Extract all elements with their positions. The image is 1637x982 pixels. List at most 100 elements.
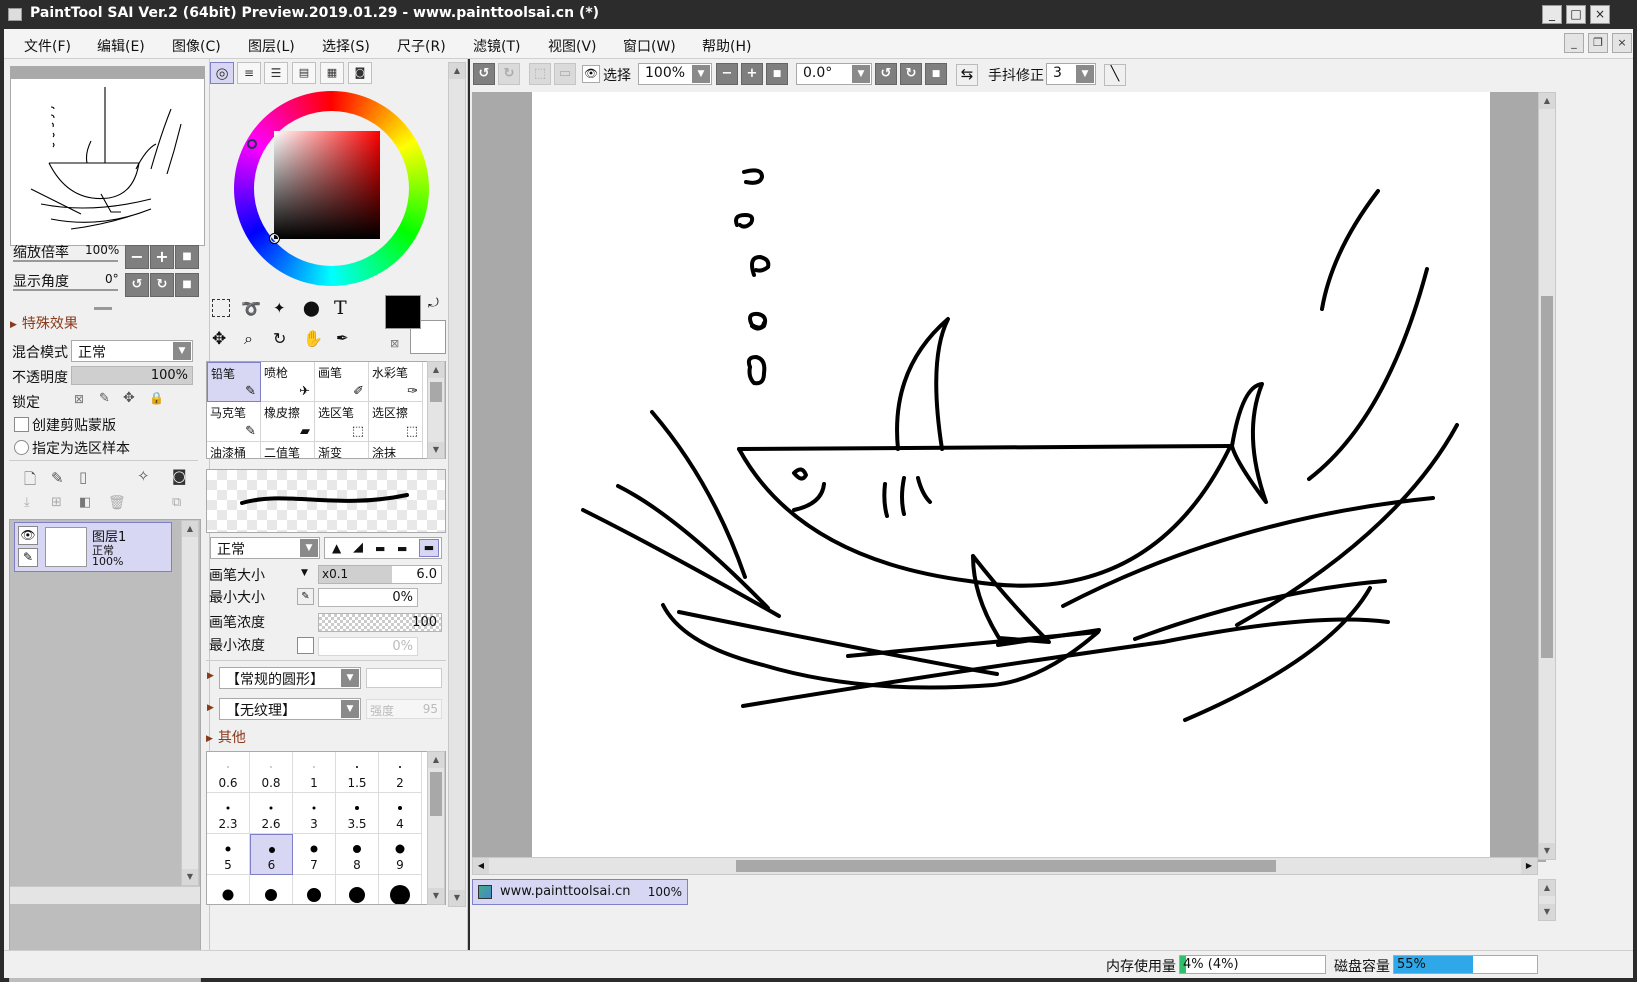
tip-sharp-icon[interactable]: ▲ [332, 541, 341, 555]
scroll-up-icon[interactable]: ▲ [1539, 880, 1555, 896]
brush-size-cell[interactable]: 2 [379, 752, 422, 793]
scroll-up-icon[interactable]: ▲ [182, 521, 198, 537]
zoom-slider[interactable] [13, 260, 118, 262]
zoom-reset-button[interactable]: ■ [175, 245, 199, 269]
transparent-color-icon[interactable]: ⊠ [390, 337, 399, 350]
brush-size-cell[interactable]: 1 [293, 752, 336, 793]
layer-row[interactable]: 👁 ✎ 图层1 正常 100% [14, 522, 172, 572]
tip-blunt-icon[interactable]: ▬ [375, 542, 385, 555]
scroll-up-icon[interactable]: ▲ [428, 362, 444, 378]
panel-divider[interactable] [94, 307, 112, 310]
texture-expand-icon[interactable]: ▶ [207, 703, 214, 713]
undo-button[interactable]: ↺ [473, 63, 495, 85]
clip-mask-checkbox[interactable] [14, 417, 29, 432]
shape-icon[interactable]: ⬤ [303, 299, 320, 317]
min-density-checkbox[interactable] [297, 637, 314, 654]
rotate-left-button[interactable]: ↺ [125, 273, 149, 297]
saturation-value-square[interactable] [274, 131, 380, 239]
brush-blend-select[interactable]: 正常 ▼ [210, 537, 320, 559]
scroll-down-icon[interactable]: ▼ [1539, 904, 1555, 920]
tool-0[interactable]: 铅笔 ✎ [207, 362, 261, 402]
tool-8[interactable]: 油漆桶◈ [207, 442, 261, 458]
straight-line-icon[interactable]: ╲ [1104, 64, 1126, 86]
swatches-tab[interactable]: ▦ [320, 62, 344, 84]
brush-size-scrollbar[interactable]: ▲ ▼ [427, 751, 445, 905]
rotate-right-button[interactable]: ↻ [150, 273, 174, 297]
brush-size-cell[interactable] [207, 875, 250, 904]
hscroll-thumb[interactable] [736, 860, 1276, 872]
canvas-vscrollbar[interactable]: ▲ ▼ [1538, 92, 1556, 860]
toolbar-rotate-reset-button[interactable]: ■ [925, 63, 947, 85]
brush-size-cell[interactable]: 4 [379, 793, 422, 834]
rgb-slider-tab[interactable]: ≡ [237, 62, 261, 84]
brush-size-cell[interactable] [293, 875, 336, 904]
brush-size-cell[interactable]: 0.8 [250, 752, 293, 793]
tool-grid-scrollbar[interactable]: ▲ ▼ [427, 361, 445, 459]
lasso-icon[interactable]: ➰ [241, 299, 261, 318]
scroll-left-icon[interactable]: ◀ [473, 858, 489, 874]
scroll-up-icon[interactable]: ▲ [428, 752, 444, 768]
blend-mode-select[interactable]: 正常 ▼ [71, 340, 193, 362]
document-list-scrollbar[interactable]: ▲ ▼ [1538, 879, 1556, 921]
hsv-slider-tab[interactable]: ☰ [264, 62, 288, 84]
selection-sample-radio[interactable] [14, 440, 29, 455]
brush-size-cell[interactable]: 5 [207, 834, 250, 875]
merge-down-icon[interactable]: ⤓ [24, 495, 30, 510]
lock-transparency-icon[interactable]: ⊠ [74, 392, 84, 406]
magic-wand-icon[interactable]: ✦ [273, 299, 286, 317]
tip-round-icon[interactable]: ◢ [353, 540, 363, 555]
hand-tool-icon[interactable]: ✋ [303, 329, 323, 348]
scroll-thumb[interactable] [430, 772, 442, 816]
move-tool-icon[interactable]: ✥ [212, 329, 226, 349]
size-range-icon[interactable]: ▼ [301, 568, 308, 578]
sv-marker[interactable] [269, 233, 280, 244]
lock-all-icon[interactable]: 🔒 [149, 391, 164, 405]
tool-10[interactable]: 渐变▤ [315, 442, 369, 458]
tool-4[interactable]: 马克笔 ✎ [207, 402, 261, 442]
angle-slider[interactable] [13, 289, 118, 291]
selection-visibility-icon[interactable]: 👁 [582, 65, 600, 83]
lock-move-icon[interactable]: ✥ [123, 390, 135, 406]
zoom-select[interactable]: 100% ▼ [638, 63, 712, 85]
toolbar-rotate-right-button[interactable]: ↻ [900, 63, 922, 85]
brush-size-cell[interactable] [336, 875, 379, 904]
brush-size-cell[interactable]: 6 [250, 834, 293, 875]
brush-size-cell[interactable]: 7 [293, 834, 336, 875]
menu-file[interactable]: 文件(F) [24, 36, 71, 56]
middle-panel-scrollbar[interactable]: ▲ ▼ [448, 62, 466, 907]
shape-strength-field[interactable] [366, 668, 442, 688]
tool-7[interactable]: 选区擦 ⬚ [369, 402, 423, 442]
layer-effect-icon[interactable]: ✧ [137, 467, 150, 485]
scroll-down-icon[interactable]: ▼ [428, 888, 444, 904]
menu-image[interactable]: 图像(C) [172, 36, 221, 56]
layer-option-icon[interactable]: ⧉ [172, 495, 181, 510]
tool-5[interactable]: 橡皮擦 ▰ [261, 402, 315, 442]
close-button[interactable]: × [1590, 5, 1610, 24]
tool-1[interactable]: 喷枪 ✈ [261, 362, 315, 402]
min-size-slider[interactable]: 0% [318, 588, 418, 607]
brush-texture-select[interactable]: 【无纹理】 ▼ [219, 698, 361, 720]
scroll-thumb[interactable] [1541, 296, 1553, 658]
min-density-slider[interactable]: 0% [318, 637, 418, 656]
brush-size-cell[interactable]: 8 [336, 834, 379, 875]
scroll-down-icon[interactable]: ▼ [428, 442, 444, 458]
menu-help[interactable]: 帮助(H) [702, 36, 751, 56]
menu-select[interactable]: 选择(S) [322, 36, 370, 56]
angle-select[interactable]: 0.0° ▼ [796, 63, 872, 85]
brush-size-cell[interactable]: 9 [379, 834, 422, 875]
rect-select-icon[interactable] [212, 299, 230, 317]
density-slider[interactable]: 100 [318, 613, 442, 632]
menu-window[interactable]: 窗口(W) [623, 36, 676, 56]
brush-size-cell[interactable]: 2.6 [250, 793, 293, 834]
mdi-minimize-icon[interactable]: _ [1564, 33, 1584, 53]
texture-strength-field[interactable]: 强度 95 [366, 699, 442, 719]
tool-11[interactable]: 涂抹☁ [369, 442, 423, 458]
canvas-viewport[interactable]: ▲ ▼ [472, 92, 1556, 862]
mdi-close-icon[interactable]: × [1612, 33, 1632, 53]
new-layer-icon[interactable]: 🗋 [24, 469, 36, 494]
foreground-color-swatch[interactable] [385, 295, 421, 329]
layer-edit-pencil-icon[interactable]: ✎ [18, 548, 38, 567]
zoom-in-button[interactable]: + [150, 245, 174, 269]
menu-view[interactable]: 视图(V) [548, 36, 597, 56]
minimize-button[interactable]: _ [1542, 5, 1562, 24]
